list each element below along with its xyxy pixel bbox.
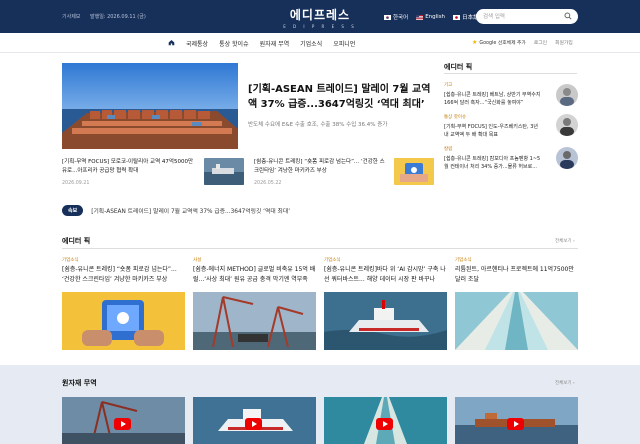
hero-headline[interactable]: [기획-ASEAN 트레이드] 말레이 7월 교역액 37% 급증...3647…	[248, 83, 433, 112]
video-card[interactable]	[324, 397, 447, 444]
editor-pick-section-title: 에디터 픽	[62, 237, 91, 245]
report-link[interactable]: 기사제보	[62, 14, 80, 20]
nav-item-opinion[interactable]: 오피니언	[333, 39, 355, 48]
editor-pick-view-all-link[interactable]: 전체보기 ›	[555, 238, 575, 244]
search-icon[interactable]	[564, 12, 572, 20]
nav-item-corporate-news[interactable]: 기업소식	[300, 39, 322, 48]
editor-pick-sidebar-title: 에디터 픽	[444, 63, 473, 71]
divider	[62, 248, 578, 249]
sub-article-thumbnail[interactable]	[394, 158, 434, 185]
hero-image[interactable]	[62, 63, 238, 149]
logo-sub-text: E D I P R E S S	[283, 24, 357, 29]
sidebar-article-category: 통상 핫이슈	[444, 115, 467, 120]
card-category: 기업소식	[324, 258, 341, 263]
lang-label: 한국어	[393, 15, 409, 21]
author-avatar	[556, 114, 578, 136]
header-meta: 기사제보 발행일: 2026.09.11 (금)	[62, 13, 154, 20]
sidebar-article-title: [기획-무역 FOCUS] 인도-우즈베키스탄, 3년 내 교역액 두 배 확대…	[444, 123, 538, 139]
signup-link[interactable]: 회원가입	[555, 39, 573, 46]
card-image[interactable]	[455, 292, 578, 350]
logo-main-text: 에디프레스	[289, 8, 351, 22]
lang-japanese[interactable]: 日本語	[453, 13, 479, 21]
video-card[interactable]	[193, 397, 316, 444]
lang-label: English	[425, 14, 446, 20]
sub-article-title: [기획-무역 FOCUS] 모로코-이탈리아 교역 47억5000만유로...아…	[62, 159, 194, 174]
sidebar-article[interactable]: 통상 핫이슈 [기획-무역 FOCUS] 인도-우즈베키스탄, 3년 내 교역액…	[444, 114, 544, 140]
star-icon: ★	[472, 39, 478, 46]
sub-article-title: [쉼층-유니콘 트레킹] “숏폼 피로감 넘는다”... ‘건강한 스크린타임’…	[254, 159, 385, 174]
commodity-section-title: 원자재 무역	[62, 379, 97, 387]
sidebar-article-title: [쉼층-유니콘 트레킹] 캄보디아 프놈펜항 1~5월 컨테이너 처리 34% …	[444, 155, 541, 171]
sidebar-article[interactable]: 기고 [쉼층-유니콘 트레킹] 베트남, 상반기 무역수지 166억 달러 흑자…	[444, 82, 544, 108]
card-title[interactable]: [쉼층-에너지 METHOD] 글로벌 비축유 15억 배럴...‘사상 최대’…	[193, 265, 317, 285]
lang-korean[interactable]: 한국어	[384, 13, 408, 21]
commodity-view-all-link[interactable]: 전체보기 ›	[555, 380, 575, 386]
card-image[interactable]	[193, 292, 316, 350]
video-card[interactable]	[62, 397, 185, 444]
publish-date: 발행일: 2026.09.11 (금)	[90, 14, 146, 20]
nav-item-commodity-trade[interactable]: 원자재 무역	[260, 39, 290, 48]
top-bar: 기사제보 발행일: 2026.09.11 (금) 에디프레스 E D I P R…	[0, 0, 640, 33]
language-switcher: 한국어 English 日本語	[384, 13, 479, 21]
card-image[interactable]	[324, 292, 447, 350]
hero-summary: 반도체 수요에 E&E 수출 호조, 수출 38% 수입 36.4% 증가	[248, 122, 388, 128]
card-image[interactable]	[62, 292, 185, 350]
divider	[444, 73, 577, 74]
sub-article-date: 2026.05.22	[254, 181, 282, 186]
play-icon[interactable]	[114, 418, 131, 430]
lang-english[interactable]: English	[416, 13, 445, 21]
card-title[interactable]: [쉼층-유니콘 트레킹] “숏폼 피로감 넘는다”... ‘건강한 스크린타임’…	[62, 265, 186, 285]
play-icon[interactable]	[245, 418, 262, 430]
google-badge-label: Google 선호체제 추가	[479, 41, 526, 46]
author-avatar	[556, 84, 578, 106]
sub-article[interactable]: [쉼층-유니콘 트레킹] “숏폼 피로감 넘는다”... ‘건강한 스크린타임’…	[254, 158, 389, 188]
play-icon[interactable]	[507, 418, 524, 430]
card-category: 기업소식	[455, 258, 472, 263]
video-card[interactable]	[455, 397, 578, 444]
sidebar-article-category: 기고	[444, 83, 453, 88]
site-logo[interactable]: 에디프레스 E D I P R E S S	[270, 6, 370, 29]
nav-item-international-trade[interactable]: 국제통상	[186, 39, 208, 48]
login-link[interactable]: 로그인	[534, 39, 547, 46]
sidebar-article-category: 칼럼	[444, 147, 453, 152]
sidebar-article[interactable]: 칼럼 [쉼층-유니콘 트레킹] 캄보디아 프놈펜항 1~5월 컨테이너 처리 3…	[444, 146, 544, 172]
breaking-badge: 속보	[62, 205, 84, 216]
card-category: 사설	[193, 258, 202, 263]
play-icon[interactable]	[376, 418, 393, 430]
japan-flag-icon	[453, 14, 461, 20]
card-category: 기업소식	[62, 258, 79, 263]
search-input[interactable]	[476, 9, 578, 24]
card-title[interactable]: [쉼층-유니콘 트레킹]바다 위 ‘AI 감시망’ 구축 나선 쿼터바스트...…	[324, 265, 448, 285]
home-icon[interactable]	[168, 39, 175, 46]
sub-article[interactable]: [기획-무역 FOCUS] 모로코-이탈리아 교역 47억5000만유로...아…	[62, 158, 197, 188]
card-title[interactable]: 리튬된트, 아르헨티나 프로젝트에 11억7500만달러 조달	[455, 265, 579, 285]
sub-article-date: 2026.09.21	[62, 181, 90, 186]
breaking-headline[interactable]: [기획-ASEAN 트레이드] 말레이 7월 교역액 37% 급증...3647…	[91, 206, 290, 215]
breaking-news-ticker[interactable]: 속보 [기획-ASEAN 트레이드] 말레이 7월 교역액 37% 급증...3…	[62, 205, 290, 216]
sub-article-thumbnail[interactable]	[204, 158, 244, 185]
sidebar-article-title: [쉼층-유니콘 트레킹] 베트남, 상반기 무역수지 166억 달러 흑자...…	[444, 91, 541, 107]
korea-flag-icon	[384, 14, 391, 20]
main-nav: 국제통상 통상 핫이슈 원자재 무역 기업소식 오피니언 ★ Google 선호…	[0, 33, 640, 53]
google-preferred-source-button[interactable]: ★ Google 선호체제 추가	[472, 39, 526, 46]
nav-item-trade-hot-issues[interactable]: 통상 핫이슈	[219, 39, 249, 48]
us-flag-icon	[416, 14, 424, 20]
author-avatar	[556, 147, 578, 169]
